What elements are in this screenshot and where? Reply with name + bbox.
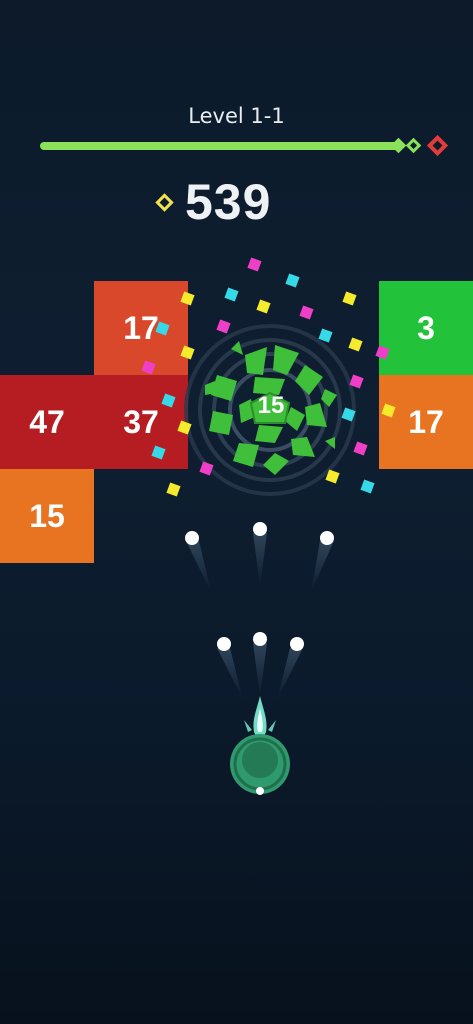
ball [253, 632, 267, 646]
ball-trails [186, 533, 334, 700]
ball [320, 531, 334, 545]
ball [217, 637, 231, 651]
ball [185, 531, 199, 545]
shooter-cannon [230, 696, 290, 795]
ball [290, 637, 304, 651]
ball [253, 522, 267, 536]
